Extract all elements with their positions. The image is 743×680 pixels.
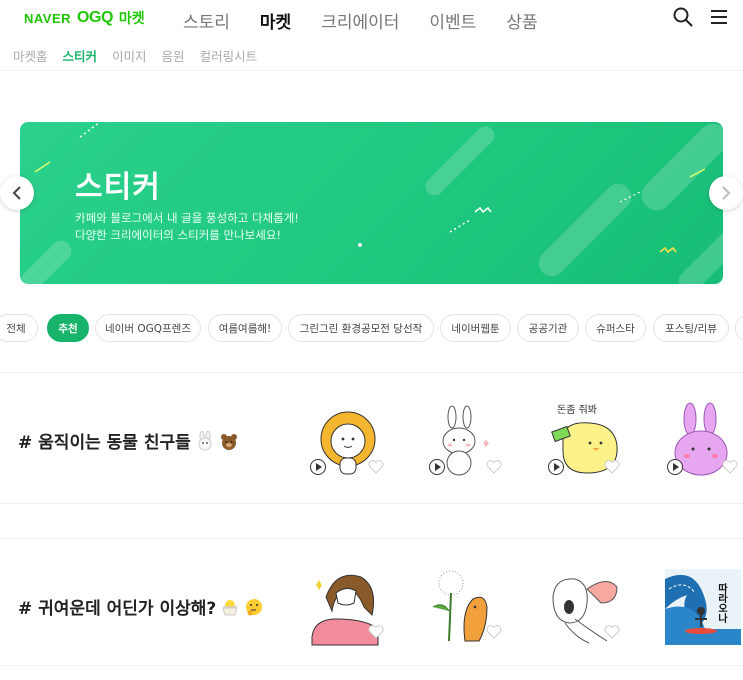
search-icon[interactable] — [672, 6, 694, 28]
thinking-face-emoji-icon — [246, 598, 263, 615]
heart-icon[interactable] — [368, 625, 384, 639]
chip-superstar[interactable]: 슈퍼스타 — [585, 314, 646, 342]
subnav-sticker[interactable]: 스티커 — [63, 46, 98, 65]
chip-all[interactable]: 전체 — [0, 314, 38, 342]
section-title-text: # 움직이는 동물 친구들 — [18, 433, 191, 453]
subnav-market-home[interactable]: 마켓홈 — [13, 46, 48, 65]
chip-recommended[interactable]: 추천 — [47, 314, 89, 342]
divider — [0, 70, 743, 71]
sticker-handwritten-text: 돈좀 줘봐 — [557, 404, 597, 416]
banner-prev-button[interactable] — [0, 176, 34, 210]
banner-desc-line1: 카페와 블로그에서 내 글을 풍성하고 다채롭게! — [75, 211, 299, 225]
heart-icon[interactable] — [486, 460, 502, 474]
logo-ogq-text: OGQ — [77, 9, 113, 26]
nav-product[interactable]: 상품 — [506, 8, 537, 33]
subnav-music[interactable]: 음원 — [162, 46, 185, 65]
section-title: # 움직이는 동물 친구들 — [18, 428, 239, 453]
play-icon[interactable] — [310, 459, 326, 475]
heart-icon[interactable] — [604, 460, 620, 474]
chip-naver-ogq-friends[interactable]: 네이버 OGQ프렌즈 — [95, 314, 201, 342]
sticker-banner[interactable]: 스티커 카페와 블로그에서 내 글을 풍성하고 다채롭게! 다양한 크리에이터의… — [20, 122, 723, 284]
section-title-text: # 귀여운데 어딘가 이상해? — [18, 599, 217, 619]
naver-ogq-market-logo[interactable]: NAVER OGQ 마켓 — [24, 8, 145, 28]
main-nav: 스토리 마켓 크리에이터 이벤트 상품 — [183, 8, 538, 33]
nav-creator[interactable]: 크리에이터 — [321, 8, 399, 33]
nav-story[interactable]: 스토리 — [183, 8, 230, 33]
heart-icon[interactable] — [722, 460, 738, 474]
chip-naver-webtoon[interactable]: 네이버웹툰 — [440, 314, 511, 342]
sticker-surfer-wave[interactable]: 따라오나 — [665, 569, 741, 645]
heart-icon[interactable] — [604, 625, 620, 639]
hatching-chick-emoji-icon — [222, 599, 238, 615]
play-icon[interactable] — [429, 459, 445, 475]
banner-title: 스티커 — [75, 170, 161, 205]
subnav-image[interactable]: 이미지 — [112, 46, 147, 65]
chevron-left-icon — [12, 186, 21, 200]
logo-naver-text: NAVER — [24, 10, 72, 26]
chevron-right-icon — [722, 186, 731, 200]
heart-icon[interactable] — [486, 625, 502, 639]
banner-desc-line2: 다양한 크리에이터의 스티커를 만나보세요! — [75, 228, 282, 242]
chip-green-contest[interactable]: 그린그린 환경공모전 당선작 — [288, 314, 434, 342]
nav-event[interactable]: 이벤트 — [429, 8, 476, 33]
chip-public-institution[interactable]: 공공기관 — [517, 314, 579, 342]
chip-summer[interactable]: 여름여름해! — [208, 314, 282, 342]
play-icon[interactable] — [667, 459, 683, 475]
sticker-handwritten-text: 따라오나 — [716, 582, 728, 624]
section-title: # 귀여운데 어딘가 이상해? — [18, 594, 264, 619]
chip-posting-review[interactable]: 포스팅/리뷰 — [653, 314, 729, 342]
play-icon[interactable] — [548, 459, 564, 475]
menu-icon[interactable] — [708, 6, 730, 28]
category-chips: 전체 추천 네이버 OGQ프렌즈 여름여름해! 그린그린 환경공모전 당선작 네… — [0, 314, 743, 342]
logo-market-text: 마켓 — [118, 11, 145, 27]
sticker-section-cute-but-weird[interactable]: # 귀여운데 어딘가 이상해? 따라오나 — [0, 538, 743, 666]
heart-icon[interactable] — [368, 460, 384, 474]
nav-market[interactable]: 마켓 — [260, 8, 291, 33]
sticker-section-moving-animals[interactable]: # 움직이는 동물 친구들 돈좀 줘봐 — [0, 372, 743, 504]
bear-emoji-icon — [220, 433, 237, 450]
sub-nav: 마켓홈 스티커 이미지 음원 컬러링시트 — [13, 46, 257, 65]
chip-more[interactable] — [735, 314, 743, 342]
top-header: NAVER OGQ 마켓 스토리 마켓 크리에이터 이벤트 상품 — [0, 0, 743, 40]
subnav-coloring-sheet[interactable]: 컬러링시트 — [200, 46, 258, 65]
banner-next-button[interactable] — [709, 176, 743, 210]
rabbit-emoji-icon — [198, 430, 212, 450]
